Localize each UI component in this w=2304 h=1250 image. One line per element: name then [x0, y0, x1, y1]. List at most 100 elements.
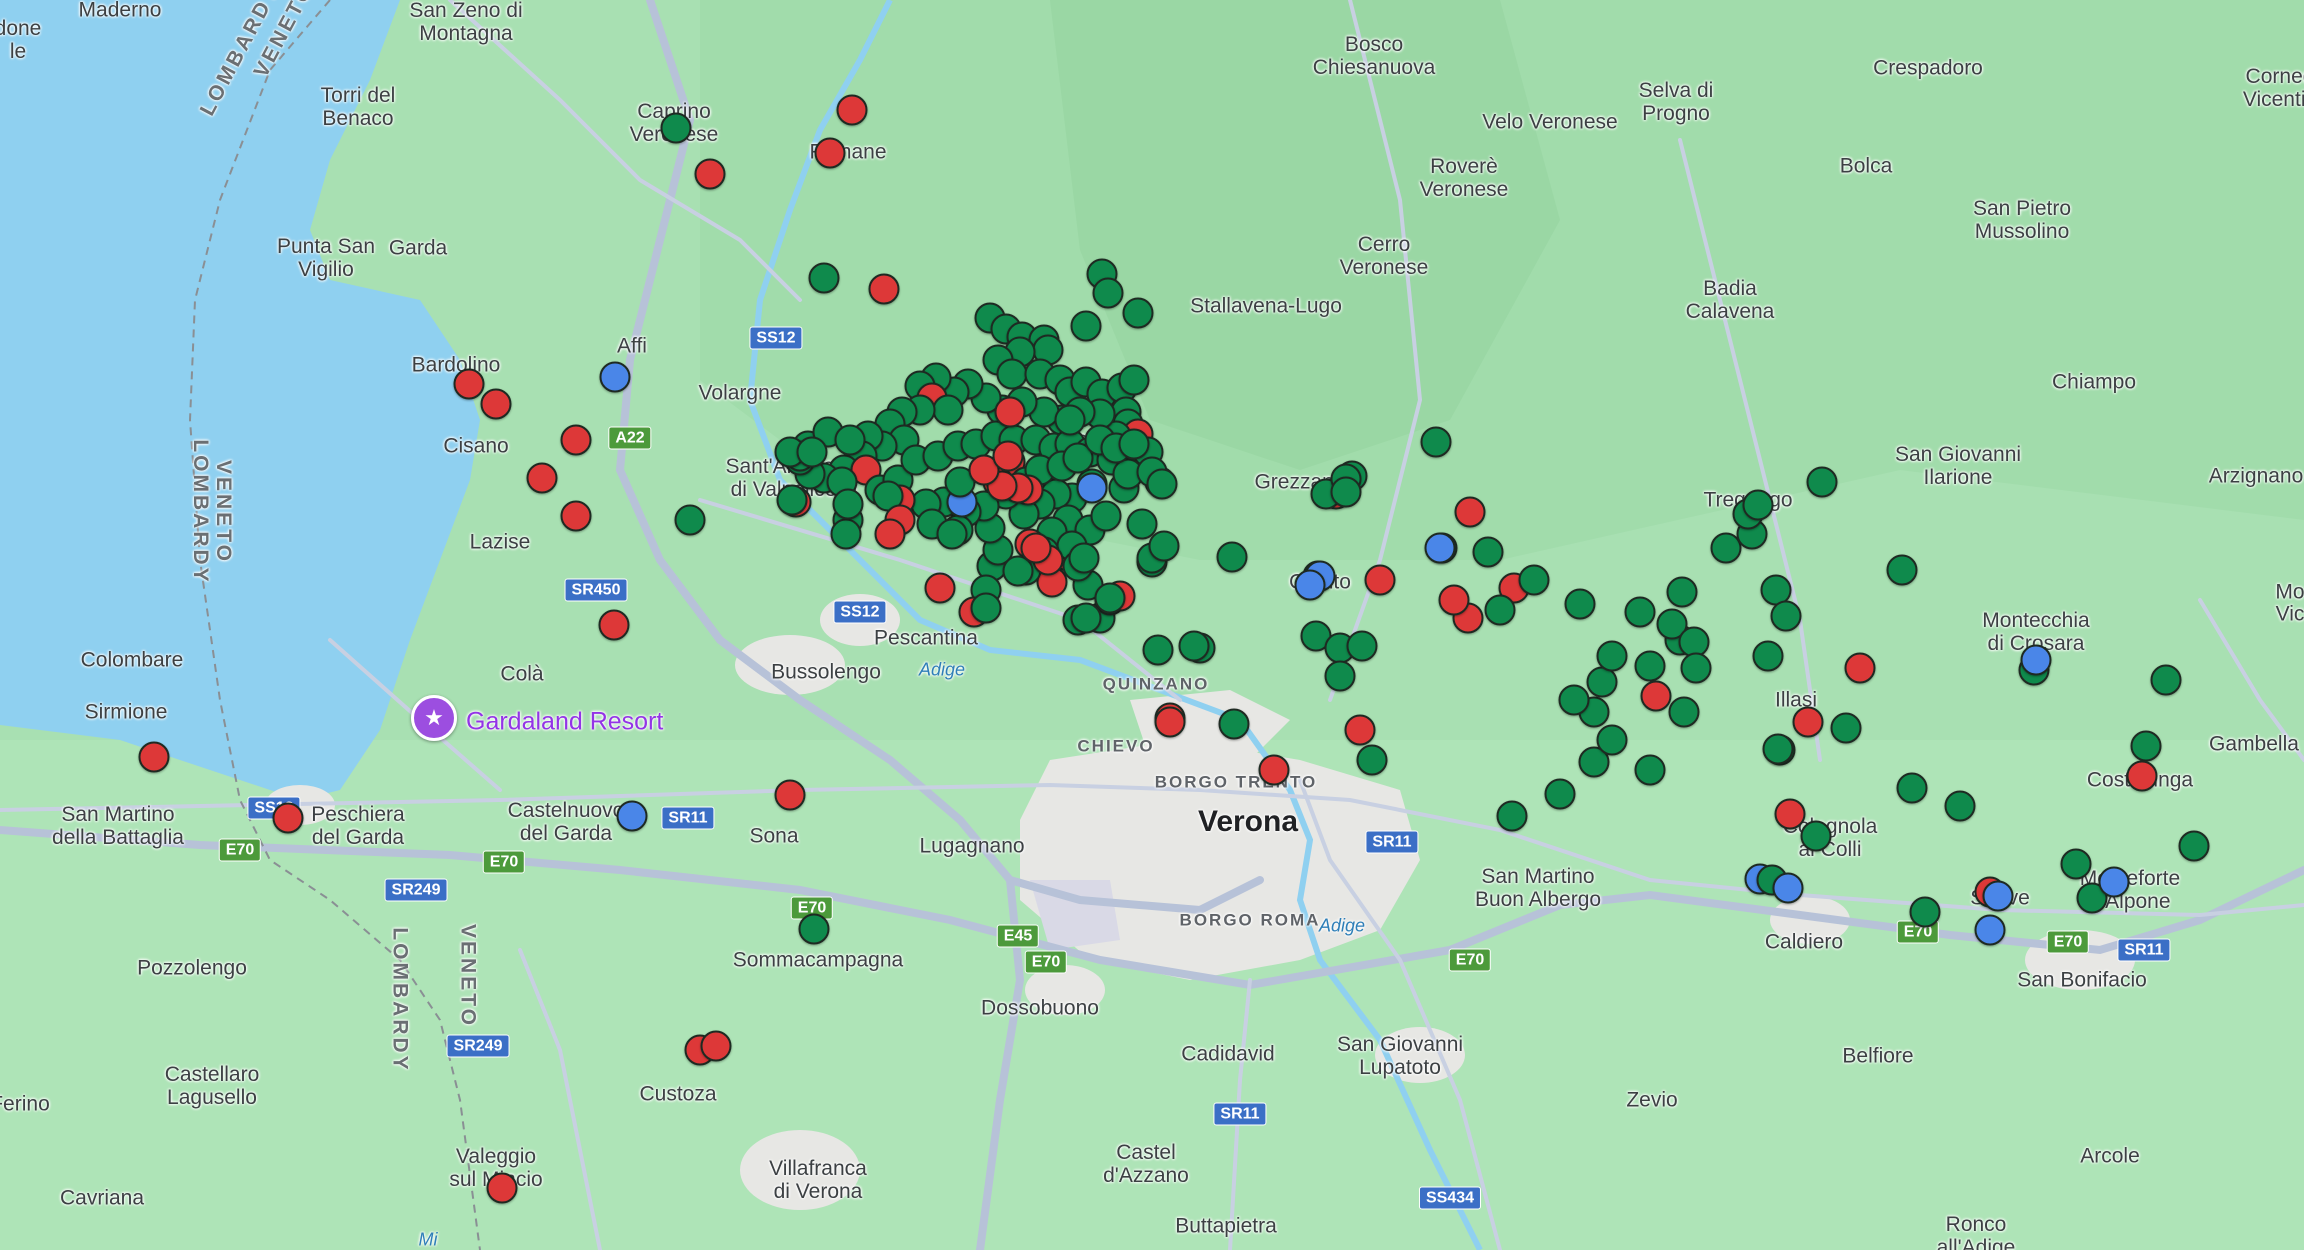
map-marker-red[interactable]	[1640, 680, 1672, 712]
map-marker-green[interactable]	[1742, 489, 1774, 521]
map-marker-green[interactable]	[1330, 476, 1362, 508]
map-marker-green[interactable]	[1092, 277, 1124, 309]
poi-label[interactable]: Gardaland Resort	[466, 709, 663, 734]
map-marker-red[interactable]	[1844, 652, 1876, 684]
map-marker-red[interactable]	[526, 462, 558, 494]
map-marker-red[interactable]	[1792, 706, 1824, 738]
map-marker-green[interactable]	[1148, 530, 1180, 562]
map-marker-blue[interactable]	[1294, 569, 1326, 601]
map-marker-red[interactable]	[1438, 584, 1470, 616]
map-marker-green[interactable]	[808, 262, 840, 294]
map-marker-green[interactable]	[1142, 634, 1174, 666]
map-marker-red[interactable]	[700, 1030, 732, 1062]
map-marker-green[interactable]	[1830, 712, 1862, 744]
map-marker-green[interactable]	[1596, 724, 1628, 756]
map-marker-green[interactable]	[1068, 542, 1100, 574]
map-marker-green[interactable]	[830, 518, 862, 550]
map-marker-blue[interactable]	[1974, 914, 2006, 946]
map-marker-green[interactable]	[1146, 468, 1178, 500]
map-marker-green[interactable]	[1762, 733, 1794, 765]
map-marker-red[interactable]	[992, 440, 1024, 472]
map-marker-green[interactable]	[1752, 640, 1784, 672]
map-marker-blue[interactable]	[1076, 472, 1108, 504]
map-marker-red[interactable]	[1154, 706, 1186, 738]
map-marker-blue[interactable]	[616, 800, 648, 832]
map-marker-green[interactable]	[1666, 576, 1698, 608]
map-marker-red[interactable]	[814, 137, 846, 169]
map-marker-green[interactable]	[798, 913, 830, 945]
map-marker-green[interactable]	[1634, 650, 1666, 682]
map-marker-green[interactable]	[1634, 754, 1666, 786]
map-marker-red[interactable]	[1454, 496, 1486, 528]
map-marker-green[interactable]	[1070, 310, 1102, 342]
map-marker-red[interactable]	[138, 741, 170, 773]
map-marker-green[interactable]	[1122, 297, 1154, 329]
map-marker-red[interactable]	[560, 500, 592, 532]
map-marker-green[interactable]	[996, 358, 1028, 390]
map-marker-green[interactable]	[1118, 428, 1150, 460]
map-marker-green[interactable]	[2060, 848, 2092, 880]
map-marker-green[interactable]	[1886, 554, 1918, 586]
map-marker-green[interactable]	[1596, 640, 1628, 672]
map-marker-red[interactable]	[994, 396, 1026, 428]
map-marker-green[interactable]	[1496, 800, 1528, 832]
map-marker-red[interactable]	[486, 1172, 518, 1204]
map-marker-green[interactable]	[1558, 684, 1590, 716]
map-marker-green[interactable]	[1668, 696, 1700, 728]
map-marker-blue[interactable]	[1772, 872, 1804, 904]
map-marker-green[interactable]	[1178, 630, 1210, 662]
map-marker-green[interactable]	[970, 592, 1002, 624]
map-marker-green[interactable]	[1070, 602, 1102, 634]
map-marker-red[interactable]	[1344, 714, 1376, 746]
map-marker-green[interactable]	[1484, 594, 1516, 626]
map-marker-blue[interactable]	[1982, 880, 2014, 912]
map-marker-blue[interactable]	[2020, 644, 2052, 676]
map-marker-green[interactable]	[2150, 664, 2182, 696]
map-marker-green[interactable]	[1054, 404, 1086, 436]
map-marker-red[interactable]	[453, 368, 485, 400]
map-marker-green[interactable]	[1118, 364, 1150, 396]
map-canvas[interactable]: Maderno done le San Zeno di Montagna Torri …	[0, 0, 2304, 1250]
map-marker-green[interactable]	[796, 436, 828, 468]
map-marker-green[interactable]	[1806, 466, 1838, 498]
map-marker-red[interactable]	[1020, 532, 1052, 564]
map-marker-green[interactable]	[1216, 541, 1248, 573]
map-marker-red[interactable]	[694, 158, 726, 190]
map-marker-green[interactable]	[1624, 596, 1656, 628]
amusement-park-icon[interactable]: ★	[411, 695, 457, 741]
map-marker-green[interactable]	[1218, 708, 1250, 740]
map-marker-green[interactable]	[1896, 772, 1928, 804]
map-marker-green[interactable]	[834, 424, 866, 456]
map-marker-green[interactable]	[1324, 660, 1356, 692]
map-marker-red[interactable]	[480, 388, 512, 420]
map-marker-green[interactable]	[1346, 630, 1378, 662]
map-marker-blue[interactable]	[1424, 532, 1456, 564]
map-marker-green[interactable]	[1518, 564, 1550, 596]
map-marker-green[interactable]	[776, 484, 808, 516]
map-marker-blue[interactable]	[2098, 866, 2130, 898]
map-marker-red[interactable]	[868, 273, 900, 305]
map-marker-green[interactable]	[936, 518, 968, 550]
map-marker-green[interactable]	[1944, 790, 1976, 822]
map-marker-green[interactable]	[1420, 426, 1452, 458]
map-marker-green[interactable]	[1544, 778, 1576, 810]
map-marker-green[interactable]	[1680, 652, 1712, 684]
map-marker-red[interactable]	[1258, 754, 1290, 786]
map-marker-blue[interactable]	[599, 361, 631, 393]
map-marker-green[interactable]	[1800, 820, 1832, 852]
map-marker-green[interactable]	[932, 394, 964, 426]
map-marker-red[interactable]	[924, 572, 956, 604]
map-marker-red[interactable]	[874, 518, 906, 550]
map-marker-green[interactable]	[1090, 500, 1122, 532]
map-marker-red[interactable]	[1364, 564, 1396, 596]
map-marker-red[interactable]	[836, 94, 868, 126]
map-marker-green[interactable]	[1472, 536, 1504, 568]
map-marker-green[interactable]	[1909, 896, 1941, 928]
map-marker-red[interactable]	[598, 609, 630, 641]
map-marker-green[interactable]	[2178, 830, 2210, 862]
map-marker-green[interactable]	[1356, 744, 1388, 776]
map-marker-green[interactable]	[2130, 730, 2162, 762]
map-marker-red[interactable]	[2126, 760, 2158, 792]
map-marker-green[interactable]	[674, 504, 706, 536]
map-marker-red[interactable]	[774, 779, 806, 811]
